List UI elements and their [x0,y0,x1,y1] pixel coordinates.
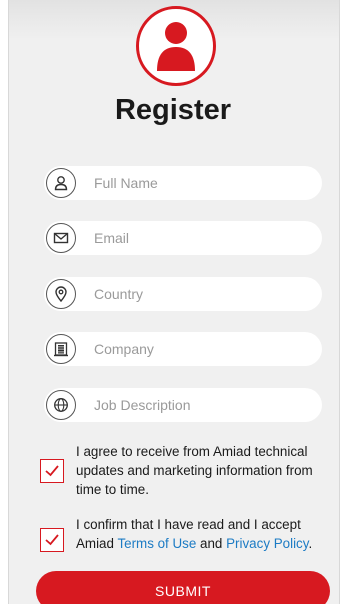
submit-button[interactable]: SUBMIT [36,571,330,604]
consent-marketing-text: I agree to receive from Amiad technical … [76,444,313,497]
building-icon [46,334,76,364]
privacy-policy-link[interactable]: Privacy Policy [226,536,308,551]
location-pin-icon [46,279,76,309]
company-field[interactable] [44,332,322,366]
globe-icon [46,390,76,420]
consent-terms-and: and [196,536,227,551]
user-icon [46,168,76,198]
job-description-field[interactable] [44,388,322,422]
terms-of-use-link[interactable]: Terms of Use [117,536,196,551]
consent-terms-checkbox[interactable] [40,528,64,552]
email-input[interactable] [94,221,314,255]
checkmark-icon [45,465,59,477]
email-field[interactable] [44,221,322,255]
full-name-input[interactable] [94,166,314,200]
consent-marketing-checkbox[interactable] [40,459,64,483]
consent-terms-end: . [308,536,313,551]
avatar [136,6,216,86]
envelope-icon [46,223,76,253]
page-title: Register [114,94,232,126]
country-field[interactable] [44,277,322,311]
job-description-input[interactable] [94,388,314,422]
checkmark-icon [45,534,59,546]
company-input[interactable] [94,332,314,366]
consent-terms-text: I confirm that I have read and I accept … [76,515,338,553]
full-name-field[interactable] [44,166,322,200]
user-avatar-icon [157,22,195,71]
register-screen: Register Full Name Email Country Company… [0,0,346,604]
country-input[interactable] [94,277,314,311]
